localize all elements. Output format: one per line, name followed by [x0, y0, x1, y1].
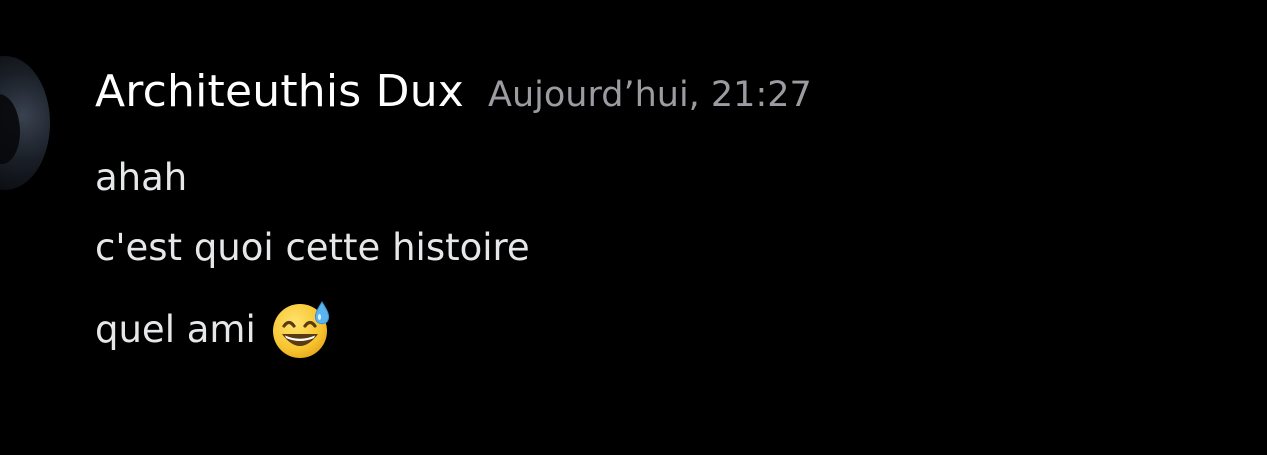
avatar[interactable]	[0, 56, 50, 190]
avatar-image	[0, 94, 20, 164]
message-text: c'est quoi cette histoire	[95, 226, 530, 269]
message-line: ahah	[95, 156, 187, 199]
timestamp: Aujourd’hui, 21:27	[488, 75, 812, 115]
message-group: Architeuthis Dux Aujourd’hui, 21:27 ahah…	[0, 0, 1267, 455]
message-header: Architeuthis Dux Aujourd’hui, 21:27	[95, 66, 812, 117]
message-line: c'est quoi cette histoire	[95, 226, 530, 269]
message-line: quel ami	[95, 298, 332, 360]
message-text: ahah	[95, 156, 188, 199]
username[interactable]: Architeuthis Dux	[95, 66, 464, 117]
message-text: quel ami	[95, 307, 256, 351]
grinning-face-with-sweat-icon[interactable]	[270, 298, 332, 360]
